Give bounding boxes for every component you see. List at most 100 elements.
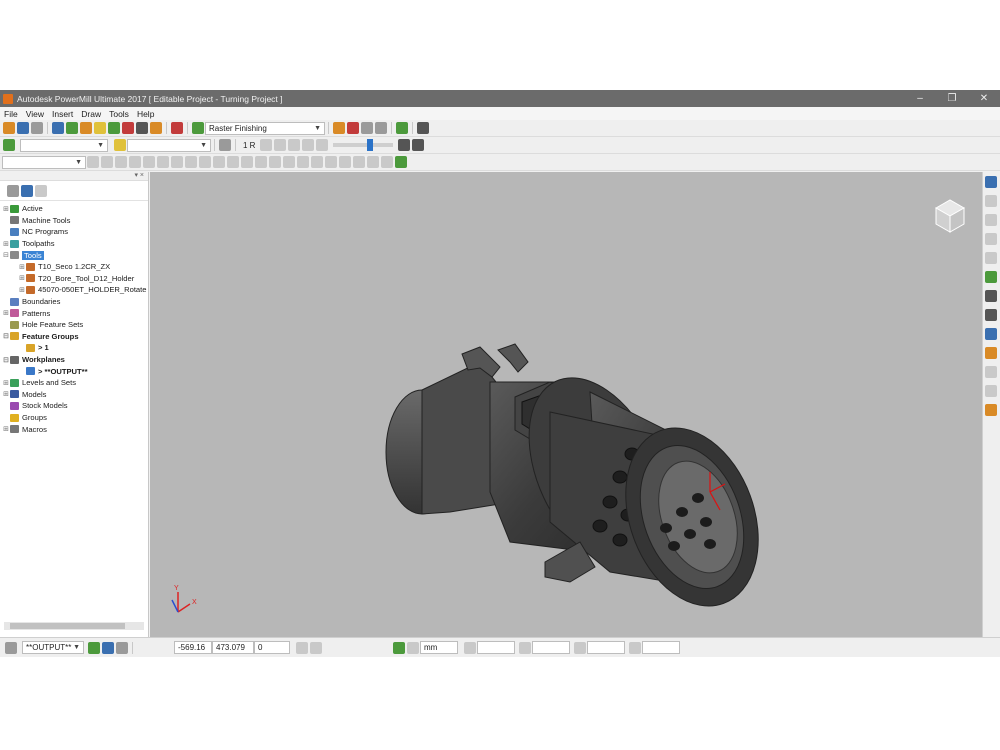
view-cube-icon[interactable] [934,199,966,233]
color-icon[interactable] [311,156,323,168]
tree-item[interactable]: ⊞ Models [0,389,46,401]
tree-item[interactable]: ⊞ Levels and Sets [0,377,76,389]
precision-icon[interactable] [407,641,419,654]
tree-item[interactable]: Groups [0,412,47,424]
menu-insert[interactable]: Insert [48,109,77,119]
fast-forward-icon[interactable] [316,139,329,151]
play-icon[interactable] [288,139,301,151]
clipboard-icon[interactable] [985,385,997,397]
deselect-icon[interactable] [101,156,113,168]
zoom-window-icon[interactable] [985,290,997,302]
tree-item[interactable]: ⊞ T20_Bore_Tool_D12_Holder [0,273,134,285]
leads-links-icon[interactable] [94,122,106,134]
tree-item[interactable]: ⊞ Active [0,203,43,215]
workplane-icon[interactable] [3,139,15,151]
3d-viewport[interactable]: Y X [150,172,982,637]
selection-filter-combo[interactable]: ▼ [2,155,86,169]
feature-icon[interactable] [122,122,134,134]
expand-toggle-icon[interactable]: ⊞ [18,263,26,271]
grid-toggle-icon[interactable] [296,641,308,654]
explorer-scrollbar[interactable] [4,622,144,630]
undercut-icon[interactable] [171,156,183,168]
expand-toggle-icon[interactable]: ⊟ [2,251,10,259]
probe-icon[interactable] [219,139,231,151]
section-icon[interactable] [199,156,211,168]
block-icon[interactable] [52,122,64,134]
minimize-button[interactable]: – [904,93,936,104]
step-field[interactable] [642,641,680,654]
tree-item[interactable]: Hole Feature Sets [0,319,83,331]
expand-toggle-icon[interactable]: ⊟ [2,356,10,364]
tolerance-icon[interactable] [519,641,531,654]
step-forward-icon[interactable] [302,139,315,151]
select-icon[interactable] [87,156,99,168]
view-front-icon[interactable] [985,195,997,207]
open-project-icon[interactable] [3,122,15,134]
scroll-thumb[interactable] [10,623,125,629]
view-iso-icon[interactable] [985,176,997,188]
tool-combo[interactable]: ▼ [127,138,211,152]
menu-help[interactable]: Help [133,109,158,119]
expand-toggle-icon[interactable]: ⊞ [2,205,10,213]
render-icon[interactable] [381,156,393,168]
layer-icon[interactable] [367,156,379,168]
tree-item[interactable]: ⊞ T10_Seco 1.2CR_ZX [0,261,110,273]
tree-item[interactable]: Boundaries [0,296,60,308]
transparent-icon[interactable] [143,156,155,168]
view-top-icon[interactable] [985,214,997,226]
stock-model-icon[interactable] [353,156,365,168]
tree-item[interactable]: > **OUTPUT** [0,365,88,377]
tree-item[interactable]: ⊞ Macros [0,423,47,435]
tree-item[interactable]: ⊞ Patterns [0,307,50,319]
expand-toggle-icon[interactable]: ⊞ [2,390,10,398]
toolpath-strategy-icon[interactable] [192,122,204,134]
tree-item[interactable]: > 1 [0,342,49,354]
refresh-icon[interactable] [985,309,997,321]
tree-item[interactable]: ⊟ Workplanes [0,354,65,366]
slider-knob[interactable] [367,139,374,151]
draft-icon[interactable] [157,156,169,168]
units-field[interactable]: mm [420,641,458,654]
tree-item[interactable]: NC Programs [0,226,68,238]
workplane-align-icon[interactable] [88,641,100,654]
globe-icon[interactable] [21,184,33,197]
print-icon[interactable] [31,122,43,134]
menu-view[interactable]: View [22,109,48,119]
maximize-button[interactable]: ❐ [936,93,968,104]
offset-icon[interactable] [464,641,476,654]
measure-icon[interactable] [213,156,225,168]
expand-toggle-icon[interactable]: ⊞ [2,240,10,248]
zoom-icon[interactable] [985,252,997,264]
expand-toggle-icon[interactable]: ⊞ [18,286,26,294]
zoom-fit-icon[interactable] [985,271,997,283]
thickness-field[interactable] [587,641,625,654]
stock-icon[interactable] [339,156,351,168]
status-ok-icon[interactable] [395,156,407,168]
tool-shade-icon[interactable] [227,156,239,168]
menu-draw[interactable]: Draw [77,109,105,119]
compass-icon[interactable] [269,156,281,168]
settings-icon[interactable] [985,366,997,378]
rapid-move-icon[interactable] [66,122,78,134]
level-icon[interactable] [136,122,148,134]
offset-field[interactable] [477,641,515,654]
holder-shade-icon[interactable] [241,156,253,168]
workplane-lock-icon[interactable] [116,641,128,654]
shaded-icon[interactable] [129,156,141,168]
save-project-icon[interactable] [17,122,29,134]
expand-toggle-icon[interactable]: ⊞ [18,274,26,282]
close-button[interactable]: ✕ [968,93,1000,104]
strategy-combo[interactable]: Raster Finishing ▼ [205,121,325,135]
snap-icon[interactable] [310,641,322,654]
shading-icon[interactable] [412,139,425,151]
view-right-icon[interactable] [985,233,997,245]
simulation-icon[interactable] [396,122,408,134]
edit-icon[interactable] [985,404,997,416]
menu-file[interactable]: File [0,109,22,119]
macro-icon[interactable] [375,122,387,134]
expand-toggle-icon[interactable]: ⊞ [2,425,10,433]
ruler-icon[interactable] [297,156,309,168]
turned-part-model[interactable] [385,343,782,625]
tab-icon[interactable] [35,184,47,197]
simulation-speed-slider[interactable] [333,139,394,151]
